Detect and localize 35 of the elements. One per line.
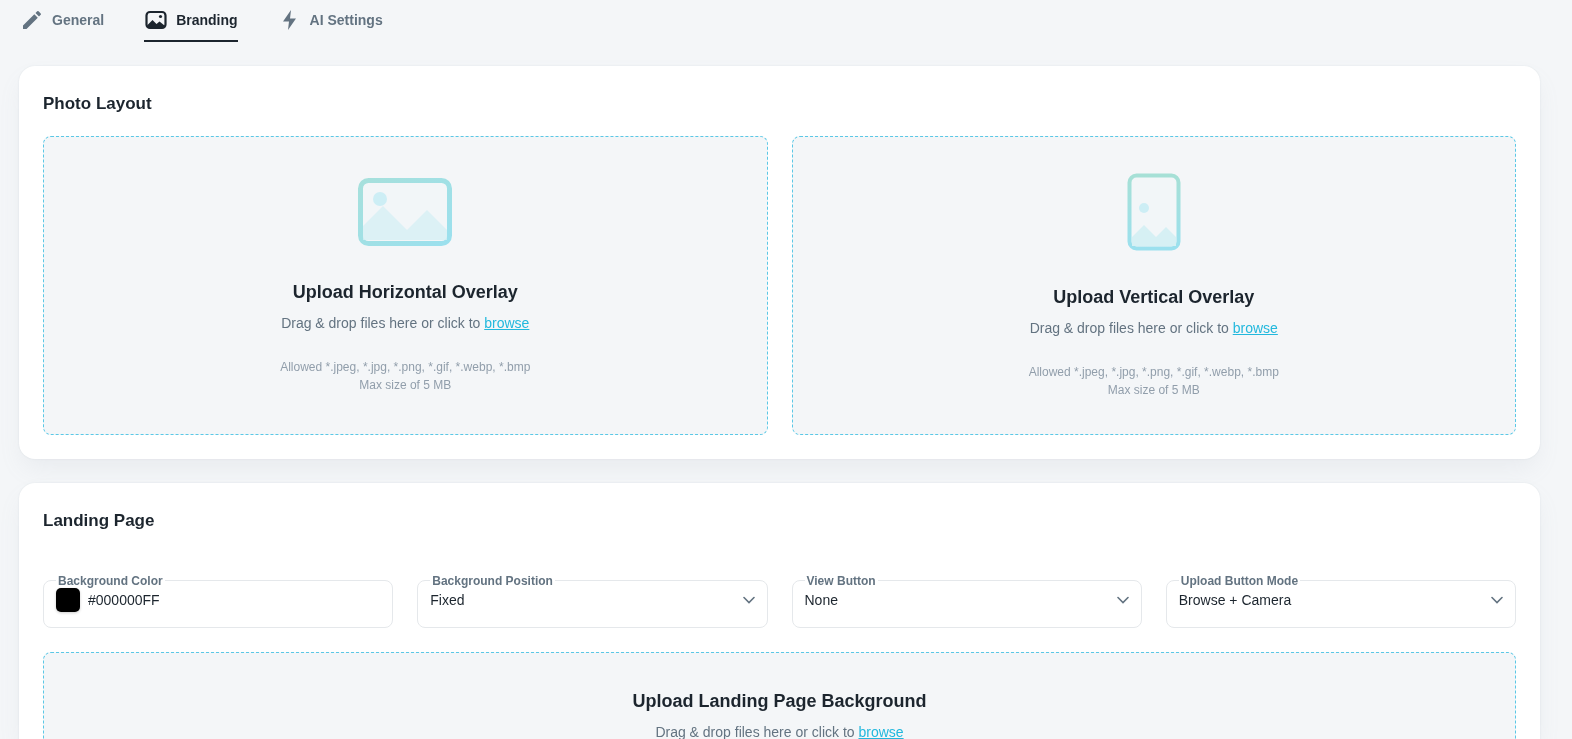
section-title: Landing Page: [43, 511, 156, 532]
field-value: Fixed: [430, 590, 466, 610]
dropdown-field[interactable]: Upload Button Mode Browse + Camera: [1165, 573, 1516, 628]
field-label: Upload Button Mode: [1179, 573, 1300, 588]
tab[interactable]: AI Settings: [277, 0, 383, 42]
max-file-size: Max size of 5 MB: [1107, 382, 1200, 400]
chevron-down-icon: [1491, 596, 1503, 605]
dropdown-field[interactable]: View Button None: [791, 573, 1142, 628]
field-value: Browse + Camera: [1178, 590, 1293, 610]
tab[interactable]: General: [20, 0, 105, 42]
pencil-icon: [20, 8, 44, 32]
allowed-file-types: Allowed *.jpeg, *.jpg, *.png, *.gif, *.webp, *.bmp: [280, 359, 531, 377]
field-label: Background Position: [431, 573, 554, 588]
field-value: None: [804, 590, 839, 610]
upload-dropzone[interactable]: Upload Vertical Overlay Drag & drop files here or click to browse Allowed *.jpeg, *.jpg, *.png, *.gif, *.webp, *.bmp Max size of 5 MB: [791, 136, 1516, 436]
dropzone-instructions: Drag & drop files here or click to browse: [281, 314, 530, 334]
dropzone-title: Upload Landing Page Background: [632, 690, 927, 713]
chevron-down-icon: [742, 596, 755, 605]
image-icon: [1126, 172, 1181, 251]
max-file-size: Max size of 5 MB: [359, 377, 452, 395]
allowed-file-types: Allowed *.jpeg, *.jpg, *.png, *.gif, *.webp, *.bmp: [1028, 364, 1279, 382]
dropdown-field[interactable]: Background Position Fixed: [417, 573, 768, 628]
dropzone-instructions: Drag & drop files here or click to browse: [1029, 319, 1278, 339]
field-label: View Button: [805, 573, 877, 588]
upload-dropzone[interactable]: Upload Horizontal Overlay Drag & drop files here or click to browse Allowed *.jpeg, *.jpg, *.png, *.gif, *.webp, *.bmp Max size of 5 MB: [43, 136, 768, 436]
chevron-down-icon: [1116, 596, 1129, 605]
tab[interactable]: Branding: [144, 0, 238, 42]
dropzone-title: Upload Horizontal Overlay: [292, 281, 518, 304]
field-label: Background Color: [57, 573, 164, 588]
image-icon: [144, 8, 169, 32]
image-icon: [358, 177, 453, 246]
dropzone-title: Upload Vertical Overlay: [1053, 286, 1255, 309]
field-value: #000000FF: [88, 590, 161, 610]
color-field[interactable]: Background Color #000000FF: [43, 573, 394, 628]
section-title: Photo Layout: [43, 94, 153, 115]
